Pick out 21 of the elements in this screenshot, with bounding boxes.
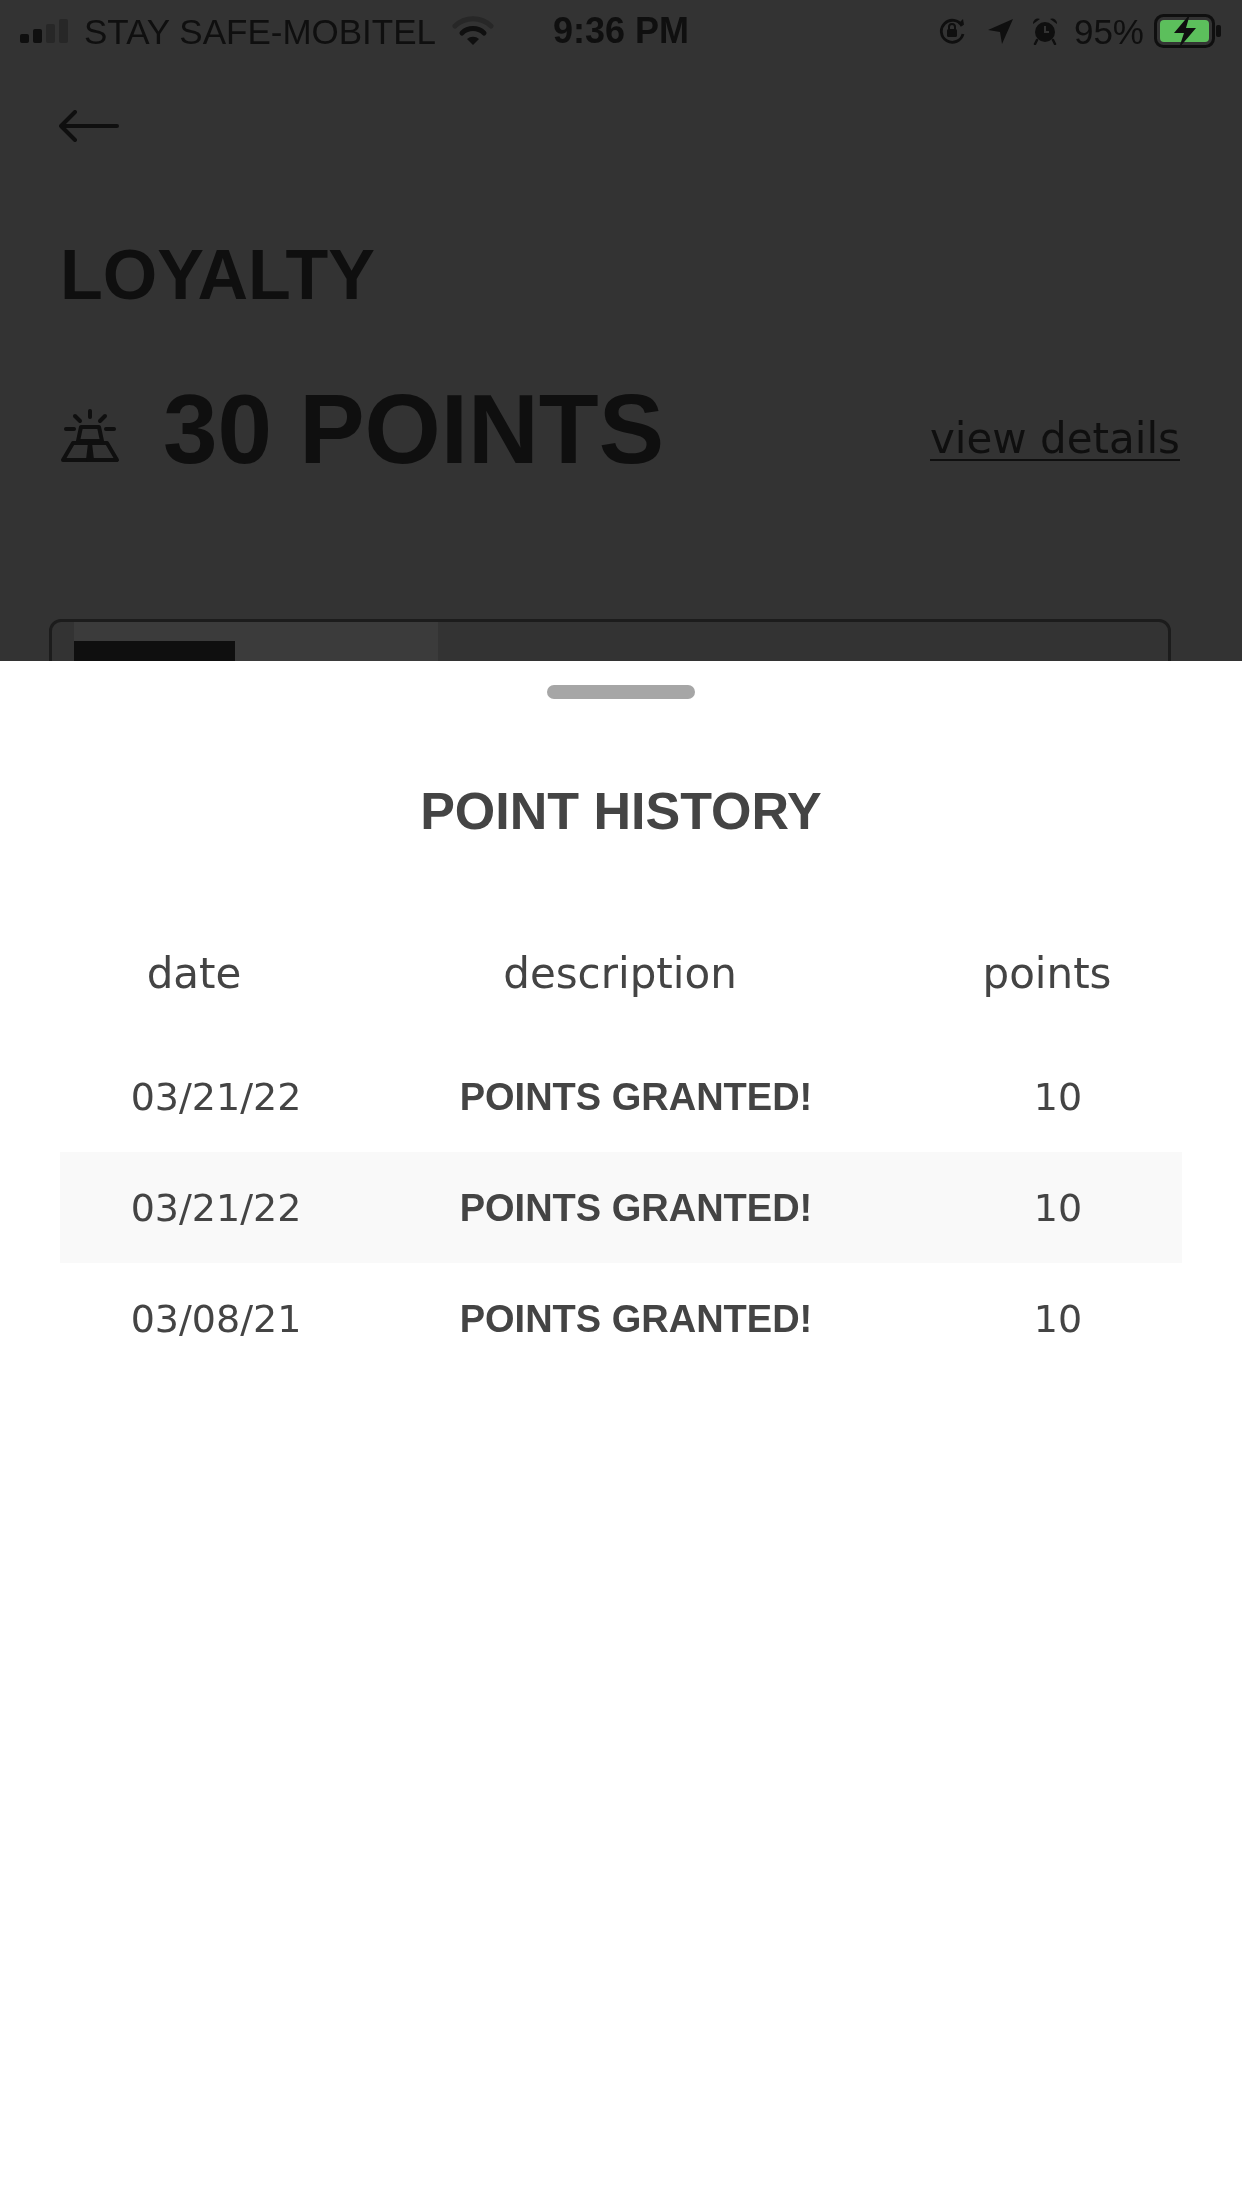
column-header: points — [982, 953, 1112, 995]
alarm-clock-icon — [1031, 17, 1058, 45]
column-header: date — [146, 953, 242, 995]
sheet-title: POINT HISTORY — [420, 785, 822, 837]
table-cell: 10 — [1033, 1077, 1083, 1116]
column-header: description — [503, 953, 737, 995]
sheet-handle[interactable] — [547, 685, 695, 699]
location-arrow-icon — [987, 18, 1013, 44]
rotation-lock-icon — [937, 17, 966, 45]
table-cell: 10 — [1033, 1188, 1083, 1227]
table-cell: 10 — [1033, 1299, 1083, 1338]
table-cell: POINTS GRANTED! — [459, 1188, 813, 1227]
table-cell: 03/21/22 — [130, 1077, 302, 1116]
ingot-stack-icon — [60, 409, 120, 463]
back-button[interactable] — [59, 110, 119, 142]
table-cell: 03/08/21 — [130, 1299, 302, 1338]
table-cell: POINTS GRANTED! — [459, 1077, 813, 1116]
table-cell: 03/21/22 — [130, 1188, 302, 1227]
wifi-icon — [452, 16, 495, 46]
signal-bars-icon — [20, 19, 70, 43]
table-cell: POINTS GRANTED! — [459, 1299, 813, 1338]
